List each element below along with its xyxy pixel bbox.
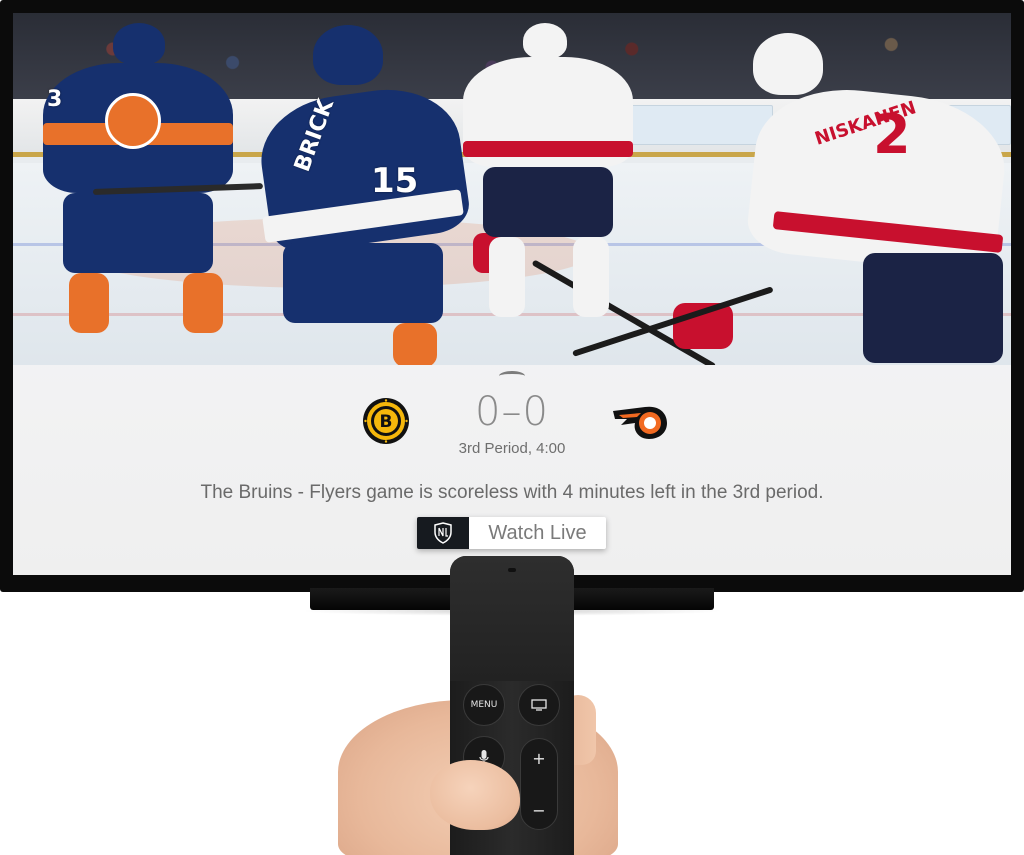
volume-rocker[interactable]: + − (520, 738, 558, 830)
menu-button[interactable]: MENU (463, 684, 505, 726)
chevron-up-icon[interactable] (499, 371, 525, 381)
player-pants (283, 243, 443, 323)
score-info-panel: B 0–0 3rd Period, 4:00 The Bruins - Flye… (13, 365, 1011, 575)
player-capitals-right: 2 NISKANEN (673, 23, 1011, 365)
player-socks (69, 273, 109, 333)
svg-text:B: B (380, 412, 393, 432)
player-helmet (313, 25, 383, 85)
player-pants (63, 193, 213, 273)
player-helmet (523, 23, 567, 59)
watch-live-button[interactable]: Watch Live (417, 517, 606, 549)
player-capitals-background (453, 23, 643, 353)
player-socks (183, 273, 223, 333)
volume-up-icon[interactable]: + (521, 749, 557, 768)
jersey-number: 3 (47, 87, 63, 112)
flyers-logo-icon (613, 406, 667, 439)
nhl-shield-icon (434, 522, 452, 544)
volume-down-icon[interactable]: − (521, 801, 557, 820)
player-helmet (113, 23, 165, 65)
tv-icon (531, 699, 547, 711)
hockey-game-video: 3 15 BRICK 2 NISKANEN (13, 13, 1011, 365)
tv-screen: 3 15 BRICK 2 NISKANEN B 0–0 3rd Period, … (13, 13, 1011, 575)
bruins-logo-icon: B (363, 398, 409, 444)
player-pants (483, 167, 613, 237)
player-socks (489, 237, 525, 317)
game-score: 0–0 (475, 389, 549, 435)
player-pants (863, 253, 1003, 363)
tv-frame: 3 15 BRICK 2 NISKANEN B 0–0 3rd Period, … (0, 0, 1024, 592)
player-helmet (753, 33, 823, 95)
jersey-stripe (463, 141, 633, 157)
player-socks (393, 323, 437, 365)
game-summary: The Bruins - Flyers game is scoreless wi… (200, 482, 824, 503)
watch-live-icon-box (417, 517, 469, 549)
game-period: 3rd Period, 4:00 (458, 440, 566, 457)
menu-button-label: MENU (470, 700, 498, 710)
islanders-crest-icon (105, 93, 161, 149)
remote-touch-surface[interactable] (450, 556, 574, 681)
jersey-number: 15 (371, 161, 419, 201)
player-socks (573, 237, 609, 317)
remote-led-indicator (508, 568, 516, 572)
watch-live-label: Watch Live (488, 521, 587, 544)
tv-home-button[interactable] (518, 684, 560, 726)
